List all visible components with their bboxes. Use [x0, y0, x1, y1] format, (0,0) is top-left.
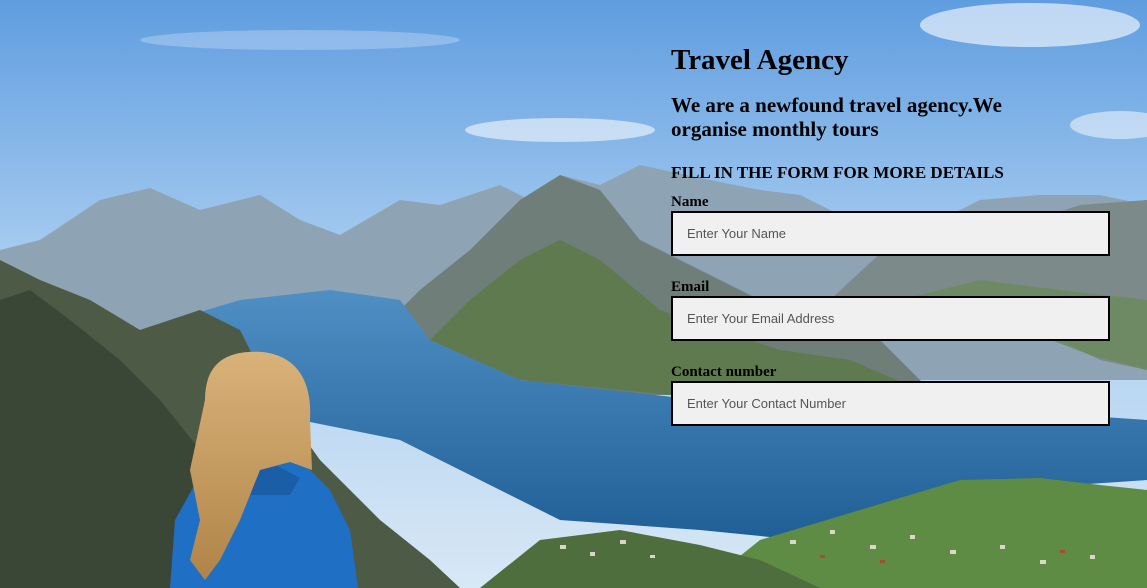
contact-group: Contact number: [671, 363, 1111, 426]
email-input[interactable]: [671, 296, 1110, 341]
form-heading: FILL IN THE FORM FOR MORE DETAILS: [671, 163, 1004, 182]
agency-tagline: We are a newfound travel agency.We organ…: [671, 93, 1002, 141]
name-label: Name: [671, 194, 709, 210]
contact-input[interactable]: [671, 381, 1110, 426]
email-group: Email: [671, 278, 1111, 341]
page-title: Travel Agency: [671, 44, 849, 76]
details-form: Name Email Contact number: [671, 193, 1111, 426]
name-input[interactable]: [671, 211, 1110, 256]
email-label: Email: [671, 279, 710, 295]
agency-panel: Travel Agency We are a newfound travel a…: [671, 40, 1111, 426]
contact-label: Contact number: [671, 364, 777, 380]
name-group: Name: [671, 193, 1111, 256]
